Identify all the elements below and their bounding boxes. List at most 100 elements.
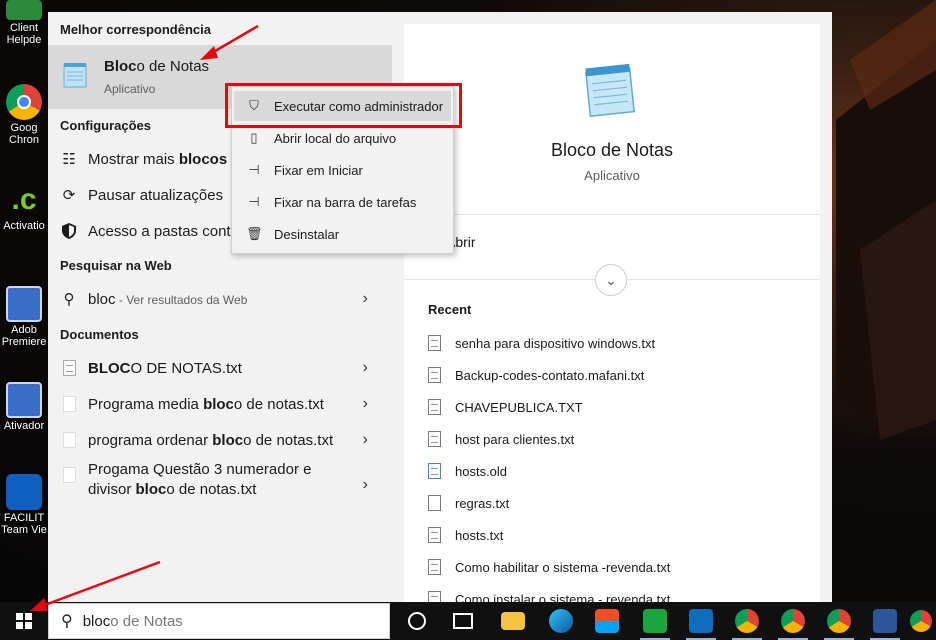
documents-header: Documentos: [60, 327, 139, 342]
start-button[interactable]: [0, 602, 48, 640]
activation-icon: .c: [11, 183, 37, 216]
outlook-icon: [689, 609, 713, 633]
list-icon: ☷: [62, 151, 76, 168]
taskbar-outlook[interactable]: [678, 602, 724, 640]
recent-item[interactable]: Backup-codes-contato.mafani.txt: [428, 363, 644, 387]
desktop-icon-label: Adob Premiere: [1, 324, 47, 348]
text-file-icon: [428, 559, 441, 575]
recent-item[interactable]: host para clientes.txt: [428, 427, 574, 451]
chrome-icon: [735, 609, 759, 633]
context-uninstall[interactable]: 🗑 Desinstalar: [234, 219, 451, 249]
context-item-label: Fixar em Iniciar: [274, 162, 363, 178]
text-file-icon: [60, 359, 78, 377]
text-file-icon: [428, 431, 441, 447]
windows-logo-icon: [16, 613, 32, 629]
notepad-icon: [63, 63, 87, 88]
desktop-icon-teamviewer[interactable]: FACILIT Team Vie: [0, 474, 48, 536]
highlight-annotation-box: [225, 83, 462, 128]
desktop-icon-client-helpdesk[interactable]: Client Helpde: [0, 0, 48, 46]
folder-open-icon: ▯: [250, 130, 258, 145]
settings-item-label: Mostrar mais blocos e: [88, 150, 240, 168]
recent-item[interactable]: CHAVEPUBLICA.TXT: [428, 395, 583, 419]
chrome-icon: [827, 609, 851, 633]
pin-icon: ⊣: [248, 162, 260, 177]
chevron-right-icon[interactable]: ›: [363, 290, 368, 308]
recent-item[interactable]: hosts.txt: [428, 523, 503, 547]
chrome-icon: [781, 609, 805, 633]
preview-title: Bloco de Notas: [550, 140, 674, 160]
chrome-icon: [6, 84, 42, 120]
context-item-label: Desinstalar: [274, 226, 340, 242]
old-file-icon: [428, 463, 441, 479]
desktop-icon-label: Activatio: [3, 220, 45, 232]
chrome-icon: [910, 610, 932, 632]
taskbar-chrome-1[interactable]: [724, 602, 770, 640]
task-view-button[interactable]: [440, 602, 486, 640]
document-item[interactable]: Progama Questão 3 numerador e divisor bl…: [48, 460, 392, 510]
task-view-icon: [453, 613, 473, 629]
chevron-down-icon: ⌄: [605, 271, 617, 288]
document-label: Programa media bloco de notas.txt: [88, 395, 324, 413]
text-file-icon: [428, 399, 441, 415]
shield-icon: [60, 222, 78, 240]
best-match-title: Bloco de Notas: [104, 58, 210, 75]
blank-file-icon: [60, 466, 78, 484]
settings-item-label: Pausar atualizações: [88, 186, 224, 204]
taskbar-chrome-4[interactable]: [906, 602, 936, 640]
context-item-label: Fixar na barra de tarefas: [274, 194, 417, 210]
document-label: programa ordenar bloco de notas.txt: [88, 431, 334, 449]
desktop-icon-label: Client Helpde: [6, 22, 42, 46]
expand-chevron-button[interactable]: ⌄: [595, 264, 627, 296]
web-search-item[interactable]: ⚲ bloc - Ver resultados da Web ›: [48, 281, 392, 317]
desktop-icon-adobe-premiere[interactable]: Adob Premiere: [0, 286, 48, 348]
chevron-right-icon[interactable]: ›: [363, 476, 368, 494]
recent-item[interactable]: Como habilitar o sistema -revenda.txt: [428, 555, 670, 579]
notepad-icon: [584, 63, 636, 118]
context-pin-to-start[interactable]: ⊣ Fixar em Iniciar: [234, 155, 451, 185]
trash-icon: 🗑: [246, 226, 263, 241]
eye-app-icon: [643, 609, 667, 633]
context-pin-to-taskbar[interactable]: ⊣ Fixar na barra de tarefas: [234, 187, 451, 217]
desktop-icon-label: Ativador: [3, 420, 45, 432]
recent-item[interactable]: regras.txt: [428, 491, 509, 515]
taskbar-file-explorer[interactable]: [490, 602, 536, 640]
taskbar-search-box[interactable]: ⚲ bloco de Notas: [48, 603, 390, 639]
document-item[interactable]: BLOCO DE NOTAS.txt ›: [48, 350, 392, 386]
desktop-icon-google-chrome[interactable]: Goog Chron: [0, 84, 48, 146]
search-icon: ⚲: [61, 613, 73, 630]
setup-icon: [6, 286, 42, 322]
text-file-icon: [428, 367, 441, 383]
divider: [404, 214, 820, 215]
recent-item[interactable]: hosts.old: [428, 459, 507, 483]
document-label: Progama Questão 3 numerador e divisor bl…: [88, 461, 312, 498]
helpdesk-icon: [6, 0, 42, 20]
cortana-button[interactable]: [394, 602, 440, 640]
chevron-right-icon[interactable]: ›: [363, 431, 368, 449]
desktop-icon-ativador[interactable]: Ativador: [0, 382, 48, 432]
blank-file-icon: [60, 395, 78, 413]
taskbar-app-eye[interactable]: [632, 602, 678, 640]
chevron-right-icon[interactable]: ›: [363, 359, 368, 377]
document-item[interactable]: programa ordenar bloco de notas.txt ›: [48, 422, 392, 458]
web-search-header: Pesquisar na Web: [60, 258, 172, 273]
settings-item-label: Acesso a pastas contr: [88, 222, 236, 240]
teamviewer-icon: [6, 474, 42, 510]
taskbar-edge[interactable]: [538, 602, 584, 640]
settings-header: Configurações: [60, 118, 152, 133]
document-label: BLOCO DE NOTAS.txt: [88, 359, 242, 377]
taskbar: ⚲ bloco de Notas: [0, 602, 936, 640]
search-input[interactable]: bloco de Notas: [83, 613, 183, 630]
taskbar-chrome-3[interactable]: [816, 602, 862, 640]
desktop-icon-label: Goog Chron: [9, 122, 39, 146]
document-item[interactable]: Programa media bloco de notas.txt ›: [48, 386, 392, 422]
desktop-icon-activation[interactable]: .c Activatio: [0, 182, 48, 232]
text-file-icon: [428, 527, 441, 543]
taskbar-store[interactable]: [584, 602, 630, 640]
preview-pane: Bloco de Notas Aplicativo Abrir ⌄ Recent…: [404, 24, 820, 607]
word-icon: [873, 609, 897, 633]
recent-item[interactable]: senha para dispositivo windows.txt: [428, 331, 655, 355]
taskbar-chrome-2[interactable]: [770, 602, 816, 640]
taskbar-word[interactable]: [862, 602, 908, 640]
chevron-right-icon[interactable]: ›: [363, 395, 368, 413]
pin-taskbar-icon: ⊣: [248, 194, 260, 209]
